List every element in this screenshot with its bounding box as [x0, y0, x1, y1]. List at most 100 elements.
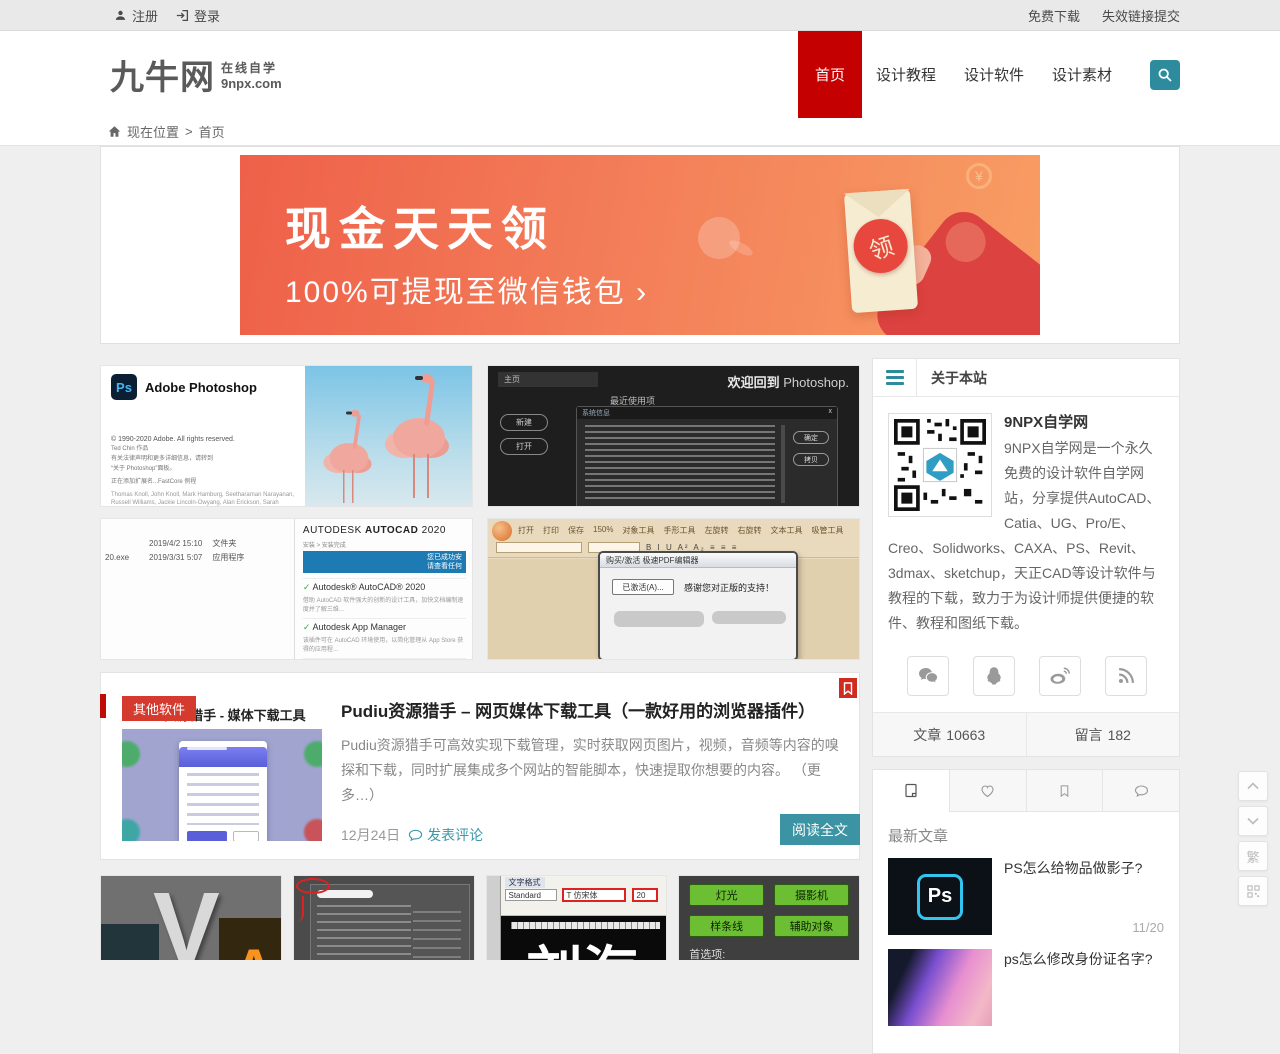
search-button[interactable] — [1150, 60, 1180, 90]
logo-domain: 9npx.com — [221, 76, 282, 91]
weibo-icon[interactable] — [1039, 656, 1081, 696]
about-header: 关于本站 — [917, 368, 987, 388]
nav-item-software[interactable]: 设计软件 — [950, 31, 1038, 118]
psw-ok-button: 确定 — [793, 431, 829, 444]
post-title[interactable]: PS怎么给物品做影子? — [1004, 858, 1164, 878]
free-download-link[interactable]: 免费下载 — [1028, 6, 1080, 25]
floating-toolbar: 繁 — [1238, 771, 1268, 906]
pdf-activated-button: 已激活(A)... — [612, 579, 674, 595]
nav-item-tutorials[interactable]: 设计教程 — [862, 31, 950, 118]
wechat-icon[interactable] — [907, 656, 949, 696]
article-thumb-ps-preferences[interactable] — [293, 875, 475, 960]
article-thumb-adobe-letters[interactable]: S V A — [100, 875, 282, 960]
article-thumb-cad-text[interactable]: 文字格式 Standard T 仿宋体 20 刘海 — [486, 875, 668, 960]
promo-banner[interactable]: 现金天天领 100%可提现至微信钱包 › ¥ 领 — [240, 155, 1040, 335]
search-icon — [1157, 67, 1173, 83]
post-item[interactable]: Ps PS怎么给物品做影子? 11/20 — [888, 858, 1164, 935]
rss-icon[interactable] — [1105, 656, 1147, 696]
acad-file-name: 20.exe — [105, 551, 139, 565]
bottom-thumbnail-row: S V A 文字格式 Stan — [100, 875, 860, 960]
register-link[interactable]: 注册 — [114, 6, 158, 25]
ps-app-name: Adobe Photoshop — [145, 380, 257, 395]
tab-latest-posts[interactable] — [873, 770, 949, 812]
post-thumbnail: Ps — [888, 858, 992, 935]
login-label: 登录 — [194, 6, 220, 25]
top-bar: 注册 登录 免费下载 失效链接提交 — [0, 0, 1280, 31]
latest-posts-card: 最新文章 Ps PS怎么给物品做影子? 11/20 ps怎么修改身 — [872, 769, 1180, 1054]
scroll-top-button[interactable] — [1238, 771, 1268, 801]
thumb-dot — [122, 819, 140, 841]
chevron-up-icon — [1247, 782, 1259, 790]
pdf-blur-blob — [614, 611, 704, 627]
sidebar-tabs — [873, 770, 1179, 812]
acad-item2-sub: 该插件可在 AutoCAD 环境使用，以简化管理从 App Store 获得的应… — [303, 635, 466, 653]
post-date: 11/20 — [1004, 920, 1164, 935]
register-label: 注册 — [132, 6, 158, 25]
qr-icon — [1247, 885, 1260, 898]
tab-comments[interactable] — [1102, 770, 1179, 812]
psw-copy-button: 拷贝 — [793, 453, 829, 466]
comments-link[interactable]: 发表评论 — [408, 825, 483, 845]
sidebar: 关于本站 — [872, 358, 1180, 1054]
read-more-button[interactable]: 阅读全文 — [780, 814, 860, 845]
cad-font-combo: T 仿宋体 — [563, 889, 625, 901]
ps-legal2: “关于 Photoshop”面板。 — [111, 465, 295, 473]
max-spline-button: 样条线 — [689, 915, 764, 937]
latest-posts-header: 最新文章 — [888, 825, 1164, 846]
post-title[interactable]: ps怎么修改身份证名字? — [1004, 949, 1164, 969]
acad-row2-type: 应用程序 — [212, 551, 244, 565]
site-logo[interactable]: 九牛网 在线自学 9npx.com — [110, 31, 282, 118]
article-thumb-3dsmax-panel[interactable]: 灯光 摄影机 样条线 辅助对象 首选项: 塌陷堆栈 动画 — [678, 875, 860, 960]
acad-item1-sub: 借助 AutoCAD 软件强大的创新的设计工具，加快文档编制速度并了解三维… — [303, 595, 466, 613]
psw-dialog-textlines — [585, 425, 775, 503]
breadcrumb-separator: > — [185, 124, 193, 139]
scroll-bottom-button[interactable] — [1238, 806, 1268, 836]
featured-article-title[interactable]: Pudiu资源猎手 – 网页媒体下载工具（一款好用的浏览器插件） — [341, 673, 839, 722]
hamburger-menu-icon[interactable] — [873, 359, 917, 396]
bookmark-icon — [843, 682, 853, 695]
login-link[interactable]: 登录 — [176, 6, 220, 25]
bookmark-tab-icon — [1057, 783, 1072, 799]
tab-bookmarks[interactable] — [1026, 770, 1103, 812]
breadcrumb-current[interactable]: 首页 — [199, 122, 225, 141]
red-envelope-graphic: 领 — [844, 189, 918, 313]
traditional-chinese-button[interactable]: 繁 — [1238, 841, 1268, 871]
comments-label: 发表评论 — [427, 825, 483, 845]
post-item[interactable]: ps怎么修改身份证名字? — [888, 949, 1164, 1026]
red-annotation-circle — [296, 878, 330, 894]
nav-item-materials[interactable]: 设计素材 — [1038, 31, 1126, 118]
category-tag[interactable]: 其他软件 — [122, 696, 196, 721]
nav-item-home[interactable]: 首页 — [798, 31, 862, 118]
featured-article-thumbnail[interactable]: Pudiu资源猎手 - 媒体下载工具 — [122, 703, 322, 841]
bookmark-badge[interactable] — [839, 678, 857, 698]
left-column: Ps Adobe Photoshop © 1990-2020 Adobe. Al… — [100, 365, 860, 1054]
max-helper-button: 辅助对象 — [774, 915, 849, 937]
qq-icon[interactable] — [973, 656, 1015, 696]
user-icon — [114, 9, 127, 22]
psw-open-button: 打开 — [500, 438, 548, 455]
qr-share-button[interactable] — [1238, 876, 1268, 906]
pdf-toolbar: 打开打印保存150%对象工具手形工具左旋转右旋转文本工具吸管工具 — [488, 519, 859, 540]
autodesk-brand: AUTODESK AUTOCAD 2020 — [303, 525, 466, 536]
stat-comments: 留言182 — [1026, 713, 1180, 756]
article-thumb-autocad-install[interactable]: 2019/4/2 15:10文件夹 20.exe2019/3/31 5:07应用… — [100, 518, 473, 660]
featured-article-excerpt: Pudiu资源猎手可高效实现下载管理，实时获取网页图片，视频，音频等内容的嗅探和… — [341, 733, 839, 808]
heart-icon — [979, 783, 996, 799]
ps-copyright: © 1990-2020 Adobe. All rights reserved. — [111, 436, 295, 443]
category-accent-strip — [100, 694, 106, 718]
psw-dialog-title: 系统信息 — [582, 408, 610, 418]
max-pref-label: 首选项: — [689, 946, 849, 960]
banner-title: 现金天天领 — [285, 193, 555, 259]
logo-text: 九牛网 — [110, 50, 215, 99]
thumb-dot — [304, 741, 322, 767]
red-annotation-arrow — [294, 896, 304, 922]
psw-home-tab: 主页 — [498, 372, 598, 387]
tab-popular-posts[interactable] — [949, 770, 1026, 812]
article-thumb-photoshop-welcome[interactable]: 主页 欢迎回到 Photoshop. 新建 打开 最近使用项 系统信息x 确定 … — [487, 365, 860, 507]
coin-decoration — [698, 217, 740, 259]
dead-link-submit-link[interactable]: 失效链接提交 — [1102, 6, 1180, 25]
article-thumb-pdf-editor[interactable]: 打开打印保存150%对象工具手形工具左旋转右旋转文本工具吸管工具 B I U A… — [487, 518, 860, 660]
article-thumb-photoshop-splash[interactable]: Ps Adobe Photoshop © 1990-2020 Adobe. Al… — [100, 365, 473, 507]
flamingo-artwork — [305, 366, 472, 506]
post-thumbnail — [888, 949, 992, 1026]
